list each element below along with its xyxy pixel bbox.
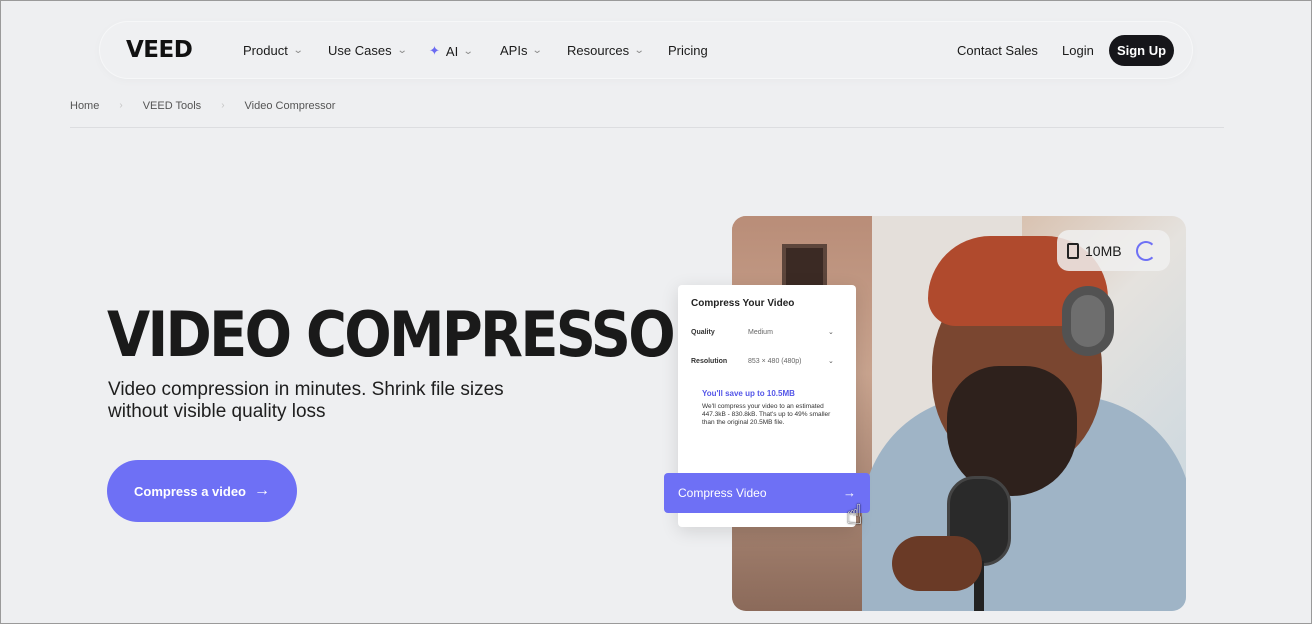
chevron-down-icon: ⌄	[462, 45, 474, 57]
breadcrumb: Home › VEED Tools › Video Compressor	[70, 100, 335, 112]
nav-product-label: Product	[243, 43, 288, 58]
nav-resources-label: Resources	[567, 43, 630, 58]
chevron-down-icon: ⌄	[292, 45, 304, 56]
signup-button[interactable]: Sign Up	[1109, 35, 1174, 66]
nav-pricing-label: Pricing	[668, 43, 708, 58]
top-navbar: VEED Product ⌄ Use Cases ⌄ ✦ AI ⌄ APIs ⌄…	[100, 22, 1192, 78]
headphones-icon	[1062, 286, 1114, 356]
chevron-down-icon: ⌄	[396, 45, 408, 56]
savings-description: We'll compress your video to an estimate…	[702, 403, 831, 426]
resolution-select[interactable]: 853 × 480 (480p)	[748, 358, 802, 365]
chevron-right-icon: ›	[221, 100, 225, 111]
file-size-chip: 10MB	[1057, 230, 1170, 271]
nav-use-cases[interactable]: Use Cases ⌄	[328, 43, 408, 58]
file-icon	[1067, 242, 1079, 259]
savings-title: You'll save up to 10.5MB	[702, 389, 795, 398]
breadcrumb-home[interactable]: Home	[70, 100, 99, 112]
nav-ai[interactable]: ✦ AI ⌄	[429, 43, 474, 59]
veed-logo[interactable]: VEED	[126, 37, 193, 63]
hand-cursor-icon: ☝	[846, 499, 864, 530]
chevron-down-icon: ⌄	[828, 329, 834, 336]
chevron-down-icon: ⌄	[532, 45, 544, 56]
quality-label: Quality	[691, 329, 715, 336]
nav-resources[interactable]: Resources ⌄	[567, 43, 645, 58]
breadcrumb-current: Video Compressor	[244, 100, 336, 112]
nav-product[interactable]: Product ⌄	[243, 43, 304, 58]
arrow-right-icon: →	[254, 482, 270, 499]
cta-label: Compress a video	[134, 483, 246, 499]
nav-ai-label: AI	[445, 43, 459, 59]
nav-apis[interactable]: APIs ⌄	[500, 43, 544, 58]
login-link[interactable]: Login	[1062, 43, 1094, 58]
loading-spinner-icon	[1135, 240, 1156, 261]
savings-info: You'll save up to 10.5MB We'll compress …	[690, 389, 844, 455]
compress-video-button[interactable]: Compress Video →	[664, 473, 870, 513]
nav-use-cases-label: Use Cases	[328, 43, 392, 58]
page-title: VIDEO COMPRESSOR	[107, 298, 716, 371]
chevron-right-icon: ›	[119, 100, 123, 111]
file-size-value: 10MB	[1085, 242, 1122, 259]
contact-sales-link[interactable]: Contact Sales	[957, 43, 1038, 58]
chevron-down-icon: ⌄	[633, 45, 645, 56]
breadcrumb-veed-tools[interactable]: VEED Tools	[143, 100, 202, 112]
panel-title: Compress Your Video	[691, 298, 795, 309]
divider	[70, 127, 1224, 128]
photo-hand	[892, 536, 982, 591]
nav-apis-label: APIs	[500, 43, 528, 58]
sparkle-icon: ✦	[429, 43, 440, 58]
quality-select[interactable]: Medium	[748, 329, 773, 336]
compress-a-video-button[interactable]: Compress a video →	[107, 460, 297, 522]
resolution-label: Resolution	[691, 358, 728, 365]
compress-video-label: Compress Video	[678, 486, 767, 500]
page-subtitle: Video compression in minutes. Shrink fil…	[108, 379, 504, 422]
nav-pricing[interactable]: Pricing	[668, 43, 708, 58]
chevron-down-icon: ⌄	[828, 358, 834, 365]
